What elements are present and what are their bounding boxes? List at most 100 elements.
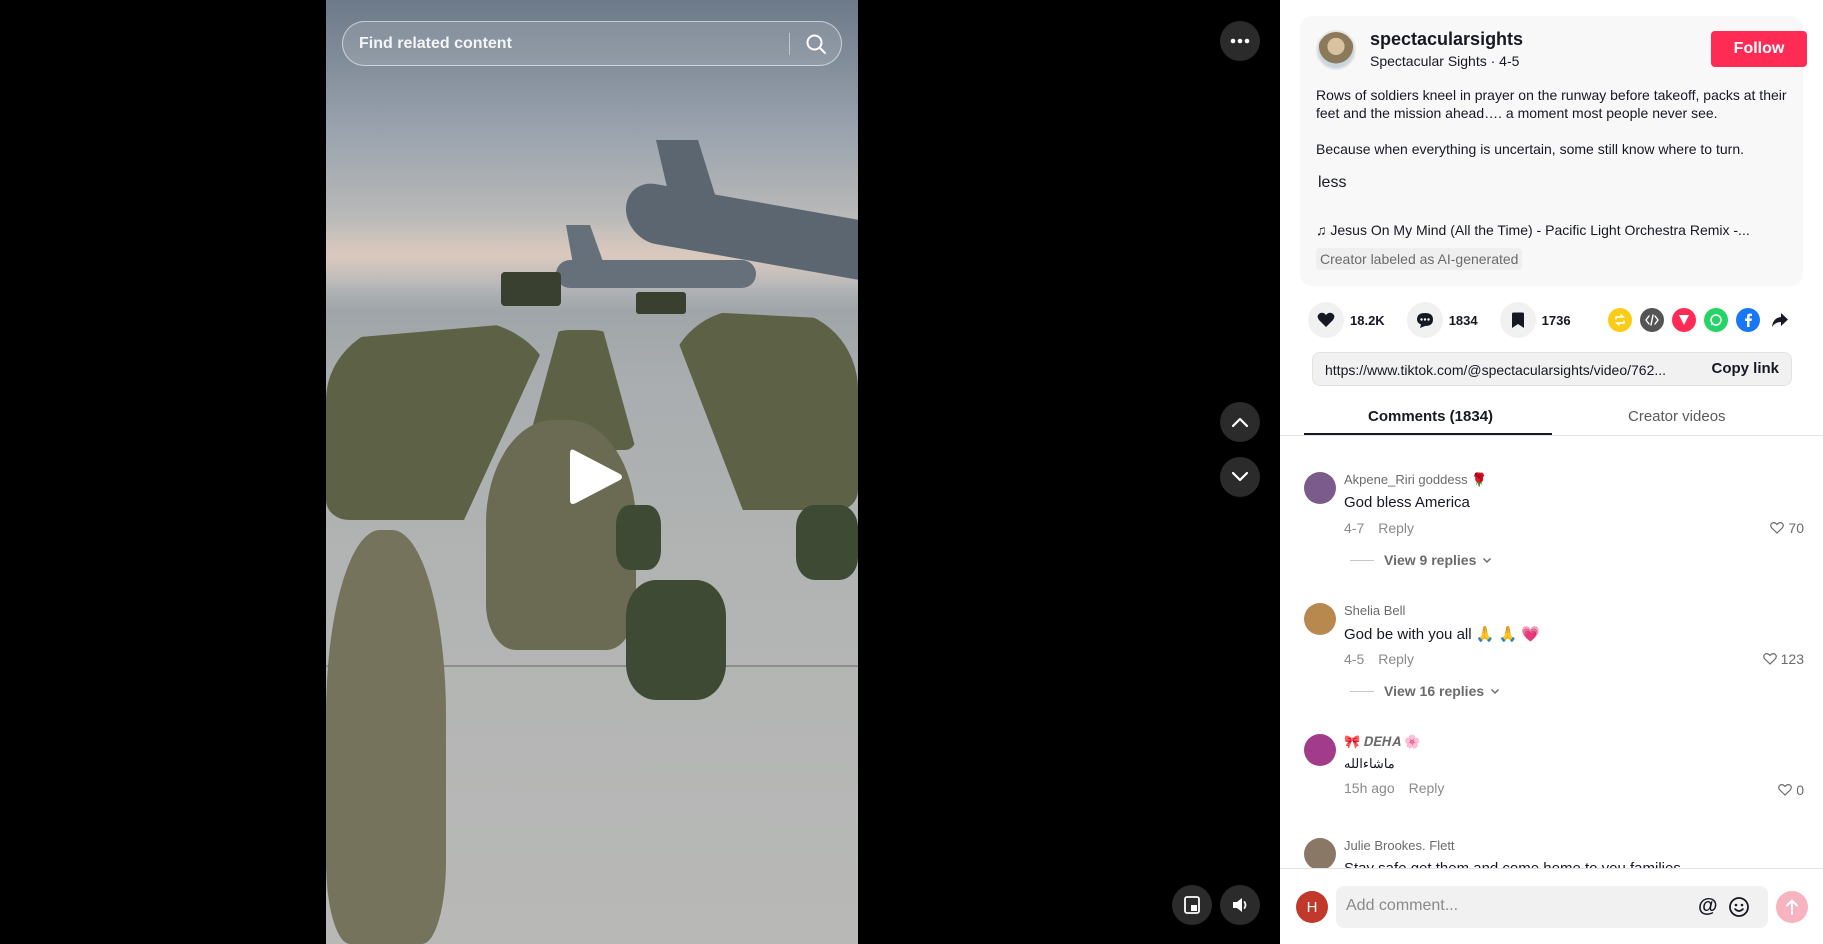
commenter-avatar[interactable] [1304, 734, 1336, 766]
comment-text: Stay safe get them and come home to you … [1344, 860, 1681, 868]
author-avatar[interactable] [1316, 30, 1356, 70]
side-panel: spectacularsights Spectacular Sights · 4… [1280, 0, 1823, 944]
comment-meta: 4-5 Reply [1344, 651, 1414, 667]
heart-outline-icon [1762, 653, 1777, 665]
video-duffel-bag-2 [616, 505, 661, 570]
music-link[interactable]: ♫ Jesus On My Mind (All the Time) - Paci… [1316, 222, 1786, 238]
comment-button[interactable]: 1834 [1406, 302, 1478, 338]
picture-in-picture-button[interactable] [1172, 885, 1212, 925]
comment-text: ماشاءالله [1344, 756, 1395, 771]
mention-icon[interactable]: @ [1698, 895, 1718, 918]
active-tab-indicator [1304, 433, 1552, 435]
arrow-up-icon [1786, 899, 1798, 915]
save-count: 1736 [1541, 312, 1571, 328]
ai-generated-label: Creator labeled as AI-generated [1316, 248, 1523, 270]
chevron-down-icon [1483, 557, 1492, 563]
more-options-button[interactable] [1220, 21, 1260, 61]
current-user-avatar[interactable]: H [1296, 891, 1328, 923]
comment-item: 🎀 𝑫𝑬𝑯𝑨 🌸 ماشاءالله 15h ago Reply 0 [1304, 734, 1804, 814]
video-description: Rows of soldiers kneel in prayer on the … [1316, 86, 1796, 176]
facebook-icon[interactable] [1736, 308, 1760, 332]
comment-like-button[interactable]: 70 [1770, 520, 1804, 536]
floating-player-icon [1184, 896, 1200, 914]
ellipsis-icon [1230, 38, 1250, 44]
reply-button[interactable]: Reply [1378, 651, 1414, 667]
reply-button[interactable]: Reply [1409, 780, 1445, 796]
comment-item: Julie Brookes. Flett Stay safe get them … [1304, 838, 1804, 868]
comment-list: Akpene_Riri goddess 🌹 God bless America … [1280, 470, 1823, 868]
previous-video-button[interactable] [1220, 402, 1260, 442]
like-button[interactable]: 18.2K [1308, 302, 1385, 338]
video-soldier-foreground [326, 530, 446, 944]
comment-meta: 15h ago Reply [1344, 780, 1444, 796]
share-icon[interactable] [1768, 308, 1792, 332]
copy-link-button[interactable]: Copy link [1711, 360, 1779, 377]
comment-time: 15h ago [1344, 780, 1395, 796]
comment-time: 4-7 [1344, 520, 1365, 536]
heart-icon [1308, 302, 1344, 338]
share-icons [1608, 308, 1800, 332]
commenter-name[interactable]: Julie Brookes. Flett [1344, 838, 1455, 853]
commenter-name[interactable]: 🎀 𝑫𝑬𝑯𝑨 🌸 [1344, 734, 1420, 750]
send-comment-button[interactable] [1776, 891, 1808, 923]
comment-meta: 4-7 Reply [1344, 520, 1414, 536]
video-soldier-row-right [666, 310, 858, 510]
description-paragraph-1: Rows of soldiers kneel in prayer on the … [1316, 87, 1787, 121]
view-replies-label: View 16 replies [1384, 683, 1485, 699]
embed-icon[interactable] [1640, 308, 1664, 332]
comment-like-count: 70 [1788, 520, 1804, 536]
video-cart [636, 292, 686, 314]
comment-item: Akpene_Riri goddess 🌹 God bless America … [1304, 472, 1804, 592]
replies-line [1350, 559, 1374, 561]
bookmark-icon [1499, 302, 1536, 338]
save-button[interactable]: 1736 [1499, 302, 1571, 338]
description-paragraph-2: Because when everything is uncertain, so… [1316, 141, 1744, 157]
comment-like-count: 123 [1780, 651, 1804, 667]
video-truck [501, 272, 561, 306]
video-url[interactable]: https://www.tiktok.com/@spectacularsight… [1325, 362, 1685, 378]
tab-creator-videos[interactable]: Creator videos [1628, 408, 1726, 425]
heart-outline-icon [1778, 784, 1793, 796]
repost-icon[interactable] [1608, 308, 1632, 332]
commenter-name[interactable]: Akpene_Riri goddess 🌹 [1344, 472, 1487, 488]
send-to-friends-icon[interactable] [1672, 308, 1696, 332]
search-input[interactable] [359, 34, 779, 53]
video-link-box: https://www.tiktok.com/@spectacularsight… [1312, 352, 1792, 386]
comment-input[interactable] [1346, 897, 1686, 915]
replies-line [1350, 690, 1374, 692]
follow-button[interactable]: Follow [1711, 31, 1807, 67]
comment-like-count: 0 [1796, 782, 1804, 798]
volume-button[interactable] [1220, 885, 1260, 925]
author-username[interactable]: spectacularsights [1370, 29, 1523, 50]
like-count: 18.2K [1350, 312, 1385, 328]
commenter-name[interactable]: Shelia Bell [1344, 603, 1405, 618]
panel-tabs: Comments (1834) Creator videos [1280, 400, 1823, 436]
whatsapp-icon[interactable] [1704, 308, 1728, 332]
chevron-up-icon [1231, 417, 1249, 428]
next-video-button[interactable] [1220, 457, 1260, 497]
video-info-card: spectacularsights Spectacular Sights · 4… [1300, 16, 1807, 286]
comment-input-box[interactable]: @ [1336, 886, 1768, 928]
commenter-avatar[interactable] [1304, 838, 1336, 868]
commenter-avatar[interactable] [1304, 472, 1336, 504]
comment-like-button[interactable]: 123 [1762, 651, 1804, 667]
search-divider [789, 33, 790, 55]
play-icon[interactable] [568, 446, 624, 508]
view-replies-button[interactable]: View 9 replies [1350, 552, 1492, 568]
reply-button[interactable]: Reply [1378, 520, 1414, 536]
video-stage [0, 0, 1280, 944]
heart-outline-icon [1770, 522, 1785, 534]
search-icon[interactable] [805, 33, 827, 55]
chevron-down-icon [1491, 688, 1500, 694]
search-bar[interactable] [342, 21, 842, 66]
commenter-avatar[interactable] [1304, 603, 1336, 635]
view-replies-button[interactable]: View 16 replies [1350, 683, 1500, 699]
emoji-icon[interactable] [1728, 896, 1750, 923]
speaker-icon [1233, 898, 1247, 912]
comment-like-button[interactable]: 0 [1778, 782, 1804, 798]
less-toggle[interactable]: less [1318, 174, 1346, 192]
video-duffel-bag [626, 580, 726, 700]
author-subline: Spectacular Sights · 4-5 [1370, 53, 1520, 69]
tab-comments[interactable]: Comments (1834) [1368, 408, 1493, 425]
comment-text: God be with you all 🙏 🙏 💗 [1344, 626, 1541, 643]
